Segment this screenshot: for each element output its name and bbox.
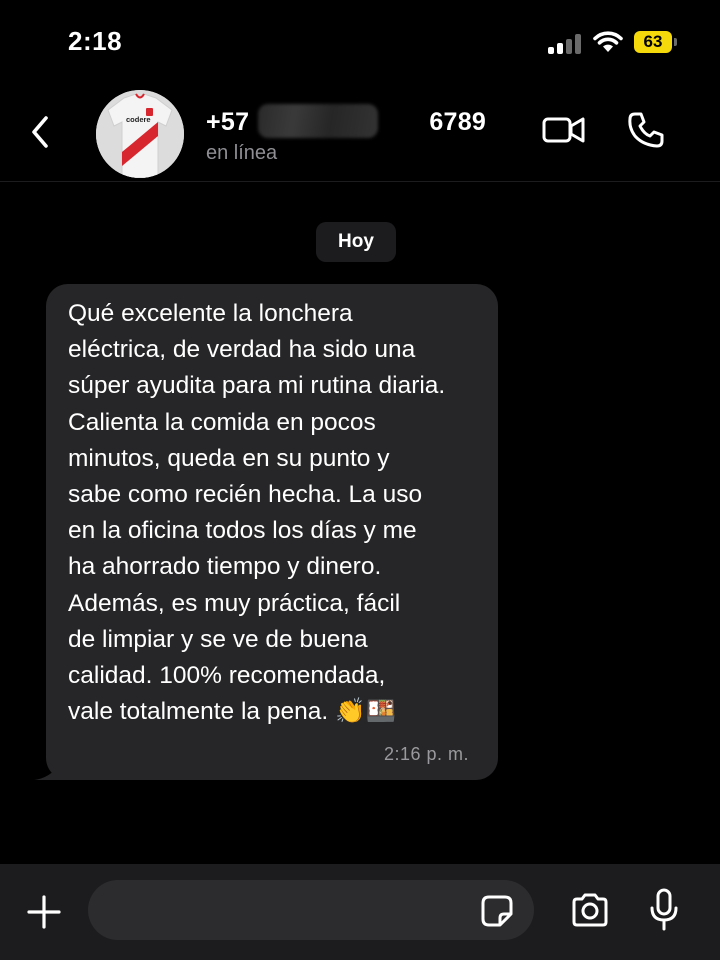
contact-status: en línea bbox=[206, 142, 278, 164]
svg-text:codere: codere bbox=[126, 115, 151, 124]
contact-number-suffix: 6789 bbox=[429, 108, 487, 136]
avatar[interactable]: codere bbox=[96, 90, 184, 178]
battery-icon: 63 bbox=[634, 31, 672, 53]
phone-icon[interactable] bbox=[626, 110, 666, 150]
camera-icon[interactable] bbox=[570, 892, 610, 928]
message-text: Qué excelente la lonchera eléctrica, de … bbox=[68, 300, 446, 726]
battery-cap bbox=[674, 38, 677, 46]
status-time: 2:18 bbox=[68, 26, 123, 56]
redaction-blur bbox=[258, 104, 378, 138]
jersey-icon: codere bbox=[96, 90, 184, 178]
date-label: Hoy bbox=[316, 222, 396, 262]
status-bar: 2:18 63 bbox=[0, 0, 720, 86]
microphone-icon[interactable] bbox=[648, 888, 680, 932]
contact-number-prefix: +57 bbox=[206, 108, 250, 136]
video-call-icon[interactable] bbox=[542, 114, 586, 146]
wifi-icon bbox=[593, 31, 623, 52]
chat-screen: 2:18 63 codere +57 6789 en línea Hoy Qué… bbox=[0, 0, 720, 960]
back-icon[interactable] bbox=[26, 112, 56, 152]
plus-icon[interactable] bbox=[26, 894, 62, 930]
message-timestamp: 2:16 p. m. bbox=[384, 744, 470, 764]
message-input[interactable] bbox=[88, 880, 534, 940]
chat-header: codere +57 6789 en línea bbox=[0, 86, 720, 182]
signal-icon bbox=[548, 34, 582, 54]
sticker-icon[interactable] bbox=[480, 894, 514, 928]
